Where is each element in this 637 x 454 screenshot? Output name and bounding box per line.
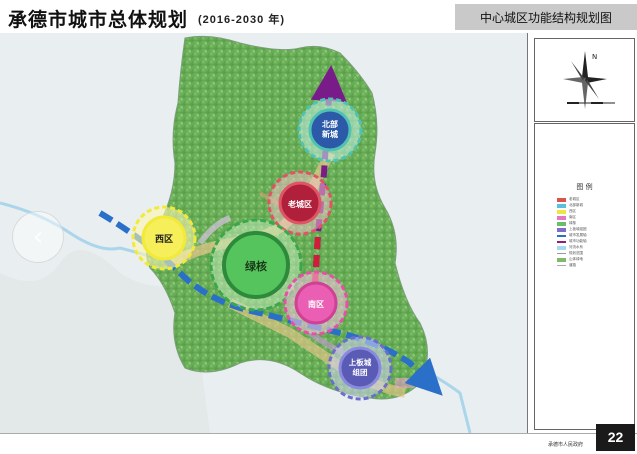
legend-item: 绿核 (557, 221, 576, 226)
plan-title: 承德市城市总体规划 (8, 9, 189, 31)
legend-item: 北部新城 (557, 203, 583, 208)
district-shangban[interactable]: 上板城 组团 (327, 335, 393, 401)
compass-icon: N (563, 51, 615, 109)
section-title: 中心城区功能结构规划图 (479, 11, 612, 25)
district-label-shangban-2: 组团 (353, 367, 368, 377)
section-title-band: 中心城区功能结构规划图 (455, 4, 637, 30)
legend: 图 例 老城区 北部新城 西区 南区 绿核 上板城组团 城市发展轴 城市功能轴 … (534, 123, 635, 430)
agency-name: 承德市人民政府 (548, 442, 584, 448)
legend-item: 山体绿地 (557, 257, 583, 262)
district-xiqu[interactable]: 西区 (131, 205, 197, 271)
legend-item: 老城区 (557, 197, 580, 202)
district-beibu[interactable]: 北部 新城 (297, 97, 363, 163)
map-frame[interactable]: 北部 新城 老城区 西区 绿核 南区 上板城 组团 ‹ (0, 33, 528, 433)
chevron-left-icon: ‹ (32, 222, 44, 252)
north-arrow-box: N › (534, 38, 635, 183)
land-use-map: 北部 新城 老城区 西区 绿核 南区 上板城 组团 (0, 33, 527, 433)
legend-item: 河流水系 (557, 245, 583, 250)
legend-item: 道路 (557, 263, 576, 268)
legend-title: 图 例 (576, 183, 593, 191)
north-letter: N (592, 53, 597, 61)
district-label-beibu-2: 新城 (322, 129, 338, 139)
legend-item: 上板城组团 (557, 227, 587, 232)
district-label-lvhe: 绿核 (245, 259, 267, 273)
side-panel: N › 图 例 老城区 北部新城 西区 南区 绿核 上板城组团 城市发展轴 城市… (528, 33, 637, 433)
legend-item: 城市功能轴 (557, 239, 587, 244)
page-number: 22 (607, 429, 624, 445)
district-nanqu[interactable]: 南区 (283, 270, 349, 336)
district-label-laocheng: 老城区 (287, 199, 312, 209)
legend-item: 南区 (557, 215, 576, 220)
page-header: 承德市城市总体规划 (2016-2030 年) 中心城区功能结构规划图 (0, 0, 637, 33)
legend-item: 规划范围 (557, 251, 583, 256)
page-footer: 承德市人民政府 (0, 433, 637, 454)
district-label-nanqu: 南区 (308, 299, 324, 309)
page-number-box: 22 (596, 424, 635, 451)
district-label-shangban-1: 上板城 (349, 357, 372, 367)
district-label-beibu-1: 北部 (322, 119, 338, 129)
legend-item: 城市发展轴 (557, 233, 587, 238)
plan-period: (2016-2030 年) (198, 14, 285, 26)
legend-item: 西区 (557, 209, 576, 214)
district-label-xiqu: 西区 (155, 234, 173, 245)
prev-page-button[interactable]: ‹ (12, 211, 64, 263)
